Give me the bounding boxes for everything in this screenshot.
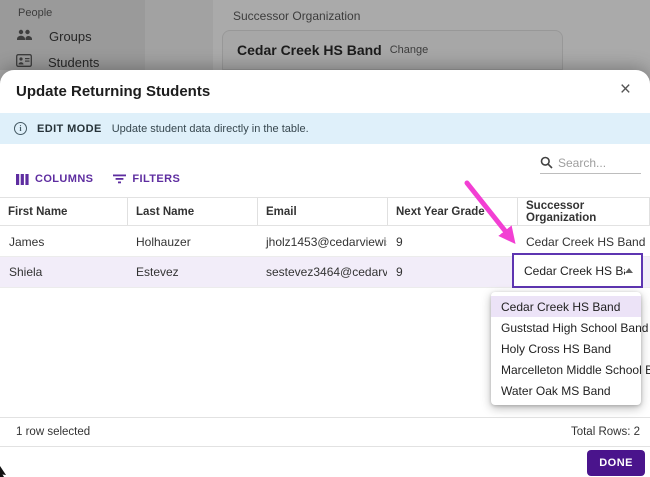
cell-last-name[interactable]: Estevez xyxy=(127,257,257,287)
menu-option[interactable]: Guststad High School Band xyxy=(491,317,648,338)
columns-button[interactable]: COLUMNS xyxy=(16,173,93,185)
successor-organization-select[interactable]: Cedar Creek HS Band xyxy=(512,253,643,288)
search-icon xyxy=(540,156,553,169)
edit-mode-label: EDIT MODE xyxy=(37,122,102,135)
cell-email[interactable]: sestevez3464@cedarviewisd.e... xyxy=(257,257,387,287)
close-icon[interactable]: × xyxy=(620,79,631,101)
column-header-last-name[interactable]: Last Name xyxy=(127,198,257,225)
info-icon: i xyxy=(14,122,27,135)
selection-count: 1 row selected xyxy=(16,426,91,438)
edit-mode-message: Update student data directly in the tabl… xyxy=(111,122,309,135)
table-footer: 1 row selected Total Rows: 2 xyxy=(0,417,650,447)
cell-next-year-grade[interactable]: 9 xyxy=(387,227,517,256)
filters-button-label: FILTERS xyxy=(132,173,181,185)
menu-option[interactable]: Marcelleton Middle School Band xyxy=(491,359,650,380)
menu-option[interactable]: Water Oak MS Band xyxy=(491,380,641,401)
search-input[interactable] xyxy=(558,155,634,170)
columns-icon xyxy=(16,173,29,185)
screen: People Groups Students Successor Organiz… xyxy=(0,0,650,477)
column-header-successor-organization[interactable]: Successor Organization xyxy=(517,198,650,225)
column-header-next-year-grade[interactable]: Next Year Grade xyxy=(387,198,517,225)
cell-next-year-grade[interactable]: 9 xyxy=(387,257,517,287)
chevron-up-icon xyxy=(625,268,633,273)
edit-mode-banner: i EDIT MODE Update student data directly… xyxy=(0,113,650,144)
cell-email[interactable]: jholz1453@cedarviewisd.edu xyxy=(257,227,387,256)
update-returning-students-dialog: Update Returning Students × i EDIT MODE … xyxy=(0,70,650,477)
done-button[interactable]: DONE xyxy=(587,450,645,476)
cell-first-name[interactable]: Shiela xyxy=(0,257,127,287)
table-header-row: First Name Last Name Email Next Year Gra… xyxy=(0,197,650,226)
column-header-first-name[interactable]: First Name xyxy=(0,198,127,225)
cell-first-name[interactable]: James xyxy=(0,227,127,256)
filters-button[interactable]: FILTERS xyxy=(113,173,180,185)
cell-successor-organization[interactable]: Cedar Creek HS Band xyxy=(517,227,650,256)
menu-option[interactable]: Holy Cross HS Band xyxy=(491,338,641,359)
successor-organization-menu: Cedar Creek HS Band Guststad High School… xyxy=(491,292,650,405)
search-box[interactable] xyxy=(540,152,641,174)
column-header-email[interactable]: Email xyxy=(257,198,387,225)
dialog-title: Update Returning Students xyxy=(16,83,211,100)
filter-icon xyxy=(113,174,127,184)
grid-toolbar: COLUMNS FILTERS xyxy=(16,173,180,185)
menu-option[interactable]: Cedar Creek HS Band xyxy=(491,296,641,317)
columns-button-label: COLUMNS xyxy=(35,173,94,185)
total-rows: Total Rows: 2 xyxy=(570,426,640,438)
select-value: Cedar Creek HS Band xyxy=(524,263,625,278)
cell-last-name[interactable]: Holhauzer xyxy=(127,227,257,256)
